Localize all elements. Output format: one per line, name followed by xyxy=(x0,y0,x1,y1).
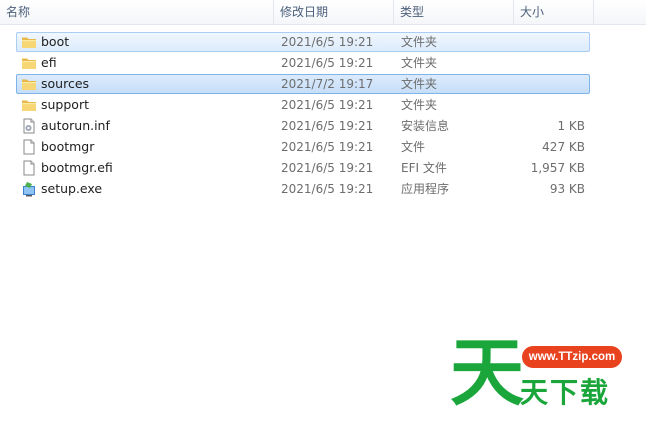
file-date: 2021/6/5 19:21 xyxy=(281,119,374,133)
file-size: 427 KB xyxy=(542,140,585,154)
folder-icon xyxy=(21,55,37,71)
file-date: 2021/6/5 19:21 xyxy=(281,98,374,112)
watermark-big-char: 天 xyxy=(450,330,524,416)
file-date: 2021/6/5 19:21 xyxy=(281,35,374,49)
folder-icon xyxy=(21,34,37,50)
file-date: 2021/6/5 19:21 xyxy=(281,56,374,70)
column-header-type-label: 类型 xyxy=(400,5,425,19)
column-header-size-label: 大小 xyxy=(520,5,545,19)
file-size: 93 KB xyxy=(549,182,585,196)
file-date: 2021/6/5 19:21 xyxy=(281,140,374,154)
file-date: 2021/6/5 19:21 xyxy=(281,182,374,196)
file-name: efi xyxy=(41,55,57,70)
file-row-autorun-inf[interactable]: autorun.inf 2021/6/5 19:21 安装信息 1 KB xyxy=(16,116,590,136)
file-row-efi[interactable]: efi 2021/6/5 19:21 文件夹 xyxy=(16,53,590,73)
column-header-date[interactable]: 修改日期 xyxy=(274,0,394,24)
file-name: sources xyxy=(41,76,90,91)
file-row-bootmgr-efi[interactable]: bootmgr.efi 2021/6/5 19:21 EFI 文件 1,957 KB xyxy=(16,158,590,178)
column-header-size[interactable]: 大小 xyxy=(514,0,594,24)
watermark-url: www.TTzip.com xyxy=(522,346,622,368)
settings-file-icon xyxy=(21,118,37,134)
file-name: setup.exe xyxy=(41,181,103,196)
file-row-sources[interactable]: sources 2021/7/2 19:17 文件夹 xyxy=(16,74,590,94)
file-type: 文件夹 xyxy=(401,56,438,70)
file-date: 2021/6/5 19:21 xyxy=(281,161,374,175)
folder-icon xyxy=(21,76,37,92)
file-type: 文件夹 xyxy=(401,77,438,91)
column-header-type[interactable]: 类型 xyxy=(394,0,514,24)
watermark-text: 天下载 xyxy=(520,376,611,409)
file-name: bootmgr xyxy=(41,139,95,154)
setup-exe-icon xyxy=(21,181,37,197)
file-name: autorun.inf xyxy=(41,118,110,133)
file-row-setup-exe[interactable]: setup.exe 2021/6/5 19:21 应用程序 93 KB xyxy=(16,179,590,199)
column-header-name[interactable]: 名称 ⌃ xyxy=(0,0,274,24)
file-type: 安装信息 xyxy=(401,119,450,133)
file-name: support xyxy=(41,97,89,112)
file-type: 应用程序 xyxy=(401,182,450,196)
file-row-support[interactable]: support 2021/6/5 19:21 文件夹 xyxy=(16,95,590,115)
column-header-name-label: 名称 xyxy=(6,5,31,19)
file-type: EFI 文件 xyxy=(401,161,447,175)
file-size: 1 KB xyxy=(557,119,585,133)
blank-file-icon xyxy=(21,160,37,176)
column-header-bar: 名称 ⌃ 修改日期 类型 大小 xyxy=(0,0,646,25)
file-type: 文件 xyxy=(401,140,426,154)
file-date: 2021/7/2 19:17 xyxy=(281,77,374,91)
column-header-date-label: 修改日期 xyxy=(280,5,329,19)
file-row-bootmgr[interactable]: bootmgr 2021/6/5 19:21 文件 427 KB xyxy=(16,137,590,157)
watermark-logo: 天 www.TTzip.com 天下载 xyxy=(450,332,630,414)
blank-file-icon xyxy=(21,139,37,155)
file-type: 文件夹 xyxy=(401,35,438,49)
sort-arrow-icon: ⌃ xyxy=(138,0,147,4)
file-name: bootmgr.efi xyxy=(41,160,113,175)
file-name: boot xyxy=(41,34,70,49)
folder-icon xyxy=(21,97,37,113)
file-row-boot[interactable]: boot 2021/6/5 19:21 文件夹 xyxy=(16,32,590,52)
file-type: 文件夹 xyxy=(401,98,438,112)
file-size: 1,957 KB xyxy=(530,161,585,175)
